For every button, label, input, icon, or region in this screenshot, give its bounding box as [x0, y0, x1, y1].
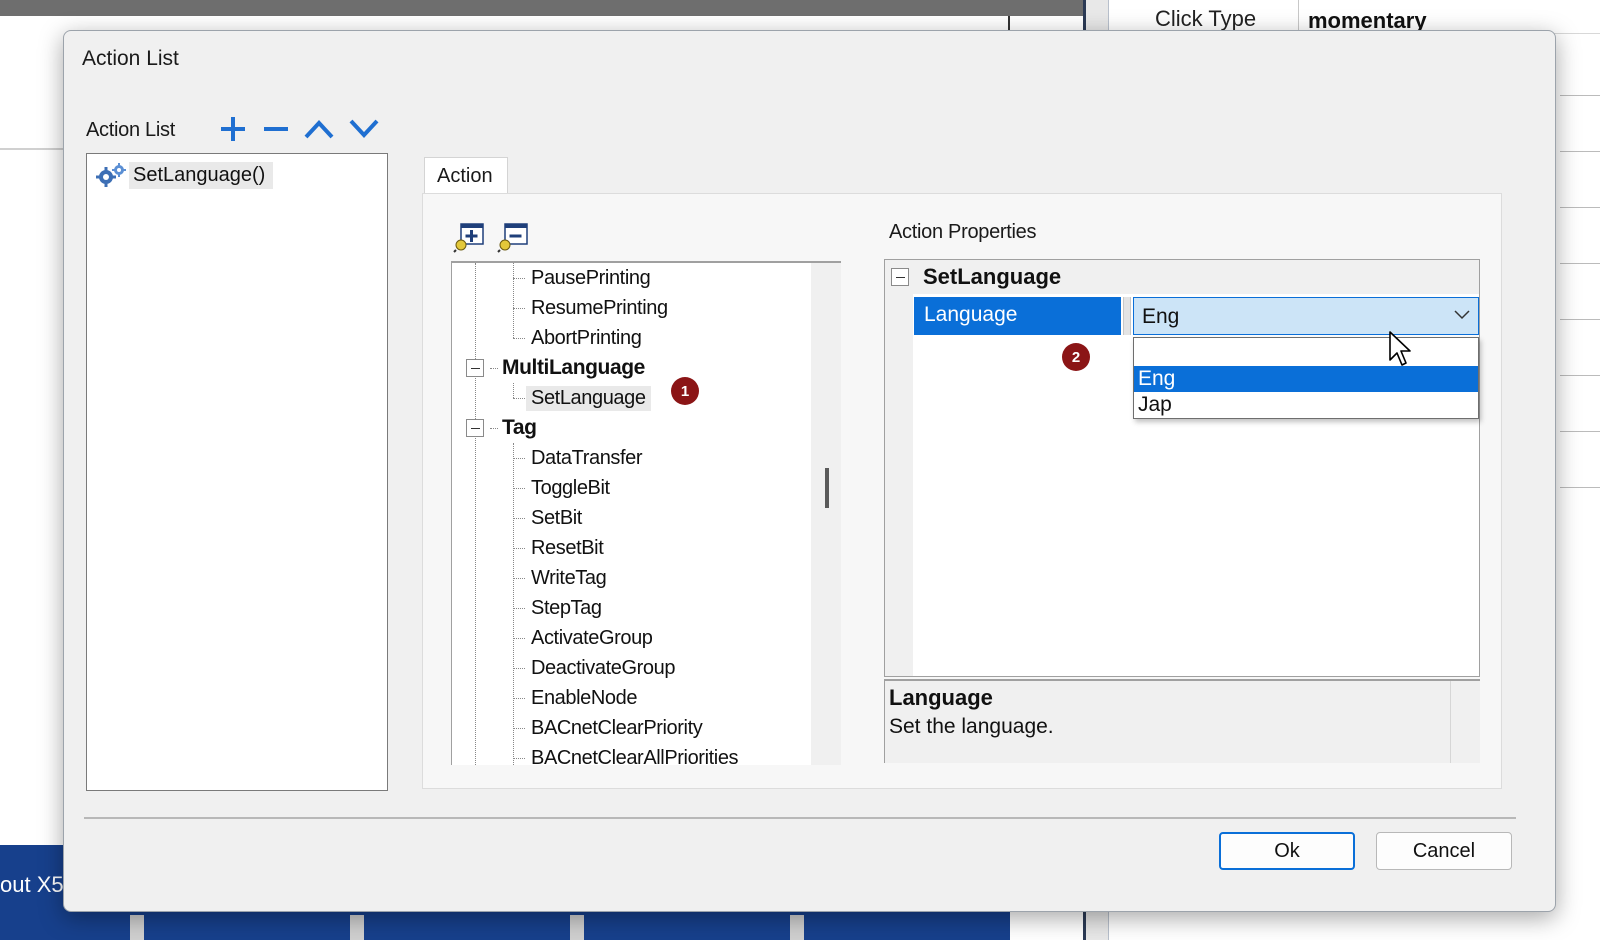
move-up-button[interactable]	[303, 113, 335, 145]
tree-item-activategroup[interactable]: ActivateGroup	[513, 623, 653, 653]
tree-scrollbar-thumb[interactable]	[825, 468, 829, 508]
add-action-button[interactable]	[217, 113, 249, 145]
footer-divider	[84, 817, 1516, 819]
background-grid-lines	[1560, 40, 1600, 540]
tree-guide-line	[475, 263, 476, 765]
tree-item-bacnetclearpriority[interactable]: BACnetClearPriority	[513, 713, 703, 743]
collapse-toggle-icon[interactable]	[891, 268, 909, 286]
property-description-panel: Language Set the language.	[884, 679, 1480, 763]
collapse-toggle-icon[interactable]	[466, 359, 484, 377]
plus-icon	[221, 117, 245, 141]
tree-item-writetag[interactable]: WriteTag	[513, 563, 607, 593]
collapse-all-icon	[497, 223, 528, 253]
language-combobox-value: Eng	[1142, 305, 1180, 328]
action-list-box[interactable]: SetLanguage()	[86, 153, 388, 791]
background-toolbar	[0, 0, 1085, 16]
tree-group-multilanguage[interactable]: MultiLanguage	[466, 353, 645, 383]
background-bottom-text: out X5	[0, 872, 64, 897]
tree-item-pauseprinting[interactable]: PausePrinting	[513, 263, 651, 293]
tree-item-abortprinting[interactable]: AbortPrinting	[513, 323, 642, 353]
step-badge-2: 2	[1062, 343, 1090, 371]
tree-item-resumeprinting[interactable]: ResumePrinting	[513, 293, 668, 323]
background-bottom-ticks	[120, 915, 1010, 940]
tree-group-tag[interactable]: Tag	[466, 413, 537, 443]
property-name-language[interactable]: Language	[914, 297, 1121, 335]
expand-all-button[interactable]	[453, 221, 487, 253]
dropdown-option-eng[interactable]: Eng	[1134, 366, 1478, 392]
action-list-item-label: SetLanguage()	[129, 161, 274, 189]
step-badge-1: 1	[671, 377, 699, 405]
move-down-button[interactable]	[348, 113, 380, 145]
mouse-pointer-icon	[1389, 331, 1411, 366]
collapse-all-button[interactable]	[497, 221, 531, 253]
dialog-title: Action List	[82, 47, 179, 70]
action-properties-label: Action Properties	[889, 221, 1037, 243]
chevron-up-icon	[304, 120, 334, 139]
description-text: Set the language.	[889, 715, 1054, 738]
collapse-toggle-icon[interactable]	[466, 419, 484, 437]
property-grid: SetLanguage Language Eng	[884, 259, 1480, 677]
expand-all-icon	[453, 223, 484, 253]
gear-icon	[96, 163, 126, 187]
property-category-setlanguage[interactable]: SetLanguage	[885, 260, 1479, 294]
tree-item-datatransfer[interactable]: DataTransfer	[513, 443, 643, 473]
tree-item-bacnetclearallpriorities[interactable]: BACnetClearAllPriorities	[513, 743, 739, 765]
property-splitter[interactable]	[1123, 297, 1131, 335]
action-tree[interactable]: PausePrinting ResumePrinting AbortPrinti…	[451, 261, 841, 765]
action-list-label: Action List	[86, 119, 175, 141]
tab-action[interactable]: Action	[424, 157, 508, 195]
description-scrollbar[interactable]	[1450, 681, 1480, 763]
tree-item-setlanguage[interactable]: SetLanguage	[513, 383, 651, 413]
remove-action-button[interactable]	[260, 113, 292, 145]
tree-scrollbar[interactable]	[811, 263, 841, 765]
dropdown-option-jap[interactable]: Jap	[1134, 392, 1478, 418]
action-list-item[interactable]: SetLanguage()	[95, 160, 274, 190]
tree-item-deactivategroup[interactable]: DeactivateGroup	[513, 653, 675, 683]
chevron-down-icon	[1454, 310, 1470, 320]
tree-item-setbit[interactable]: SetBit	[513, 503, 582, 533]
ok-button[interactable]: Ok	[1219, 832, 1355, 870]
tree-item-resetbit[interactable]: ResetBit	[513, 533, 604, 563]
language-dropdown-list[interactable]: Eng Jap	[1133, 337, 1479, 419]
property-grid-gutter	[885, 260, 913, 676]
tree-item-togglebit[interactable]: ToggleBit	[513, 473, 610, 503]
tree-item-enablenode[interactable]: EnableNode	[513, 683, 637, 713]
action-list-dialog: Action List Action List SetLanguage() Ac…	[63, 30, 1556, 912]
dropdown-option-empty[interactable]	[1134, 338, 1478, 364]
description-title: Language	[889, 685, 993, 710]
cancel-button[interactable]: Cancel	[1376, 832, 1512, 870]
tree-item-steptag[interactable]: StepTag	[513, 593, 602, 623]
minus-icon	[264, 127, 288, 131]
background-property-name: Click Type	[1155, 6, 1257, 31]
property-category-label: SetLanguage	[923, 264, 1062, 289]
language-combobox[interactable]: Eng	[1133, 297, 1479, 335]
chevron-down-icon	[349, 119, 379, 138]
